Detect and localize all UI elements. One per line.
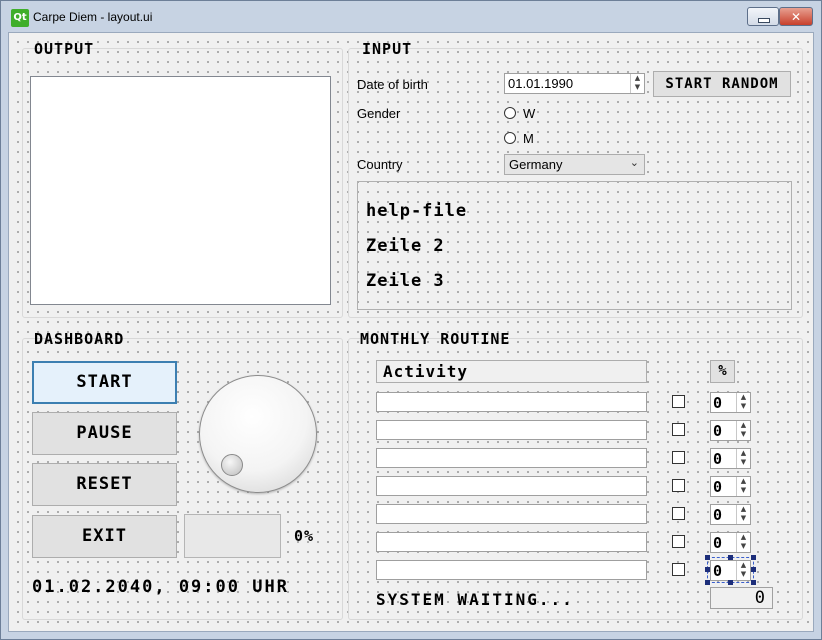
percent-spinbox-6[interactable]: 0 ▲ ▼ — [710, 532, 751, 553]
activity-checkbox-5[interactable] — [672, 507, 685, 520]
dob-value: 01.01.1990 — [508, 76, 574, 91]
activity-input-7[interactable] — [376, 560, 647, 580]
dob-label: Date of birth — [357, 77, 428, 92]
percent-spinbox-1[interactable]: 0 ▲ ▼ — [710, 392, 751, 413]
qt-logo-icon: Qt — [11, 9, 29, 27]
spin-value: 0 — [713, 394, 724, 412]
activity-checkbox-2[interactable] — [672, 423, 685, 436]
help-line-2: Zeile 2 — [366, 236, 445, 256]
percent-spinbox-5[interactable]: 0 ▲ ▼ — [710, 504, 751, 525]
start-random-button[interactable]: START RANDOM — [653, 71, 791, 97]
lcd-number: 0 — [710, 587, 773, 609]
activity-input-5[interactable] — [376, 504, 647, 524]
datetime-display: 01.02.2040, 09:00 UHR — [32, 577, 289, 597]
progress-bar — [184, 514, 281, 558]
output-heading: OUTPUT — [34, 40, 95, 58]
activity-input-6[interactable] — [376, 532, 647, 552]
status-text: SYSTEM WAITING... — [376, 590, 574, 609]
percent-spinbox-4[interactable]: 0 ▲ ▼ — [710, 476, 751, 497]
activity-input-4[interactable] — [376, 476, 647, 496]
spin-value: 0 — [713, 478, 724, 496]
activity-header-label: Activity — [383, 362, 469, 381]
percent-spinbox-2[interactable]: 0 ▲ ▼ — [710, 420, 751, 441]
output-text-area[interactable] — [30, 76, 331, 305]
selection-handle-icon[interactable] — [751, 555, 756, 560]
spin-arrows-icon[interactable]: ▲ ▼ — [736, 533, 750, 552]
spin-arrows-icon[interactable]: ▲ ▼ — [736, 393, 750, 412]
monthly-routine-heading: MONTHLY ROUTINE — [360, 330, 511, 348]
spin-value: 0 — [713, 534, 724, 552]
help-line-3: Zeile 3 — [366, 271, 445, 291]
selection-handle-icon[interactable] — [728, 580, 733, 585]
activity-checkbox-4[interactable] — [672, 479, 685, 492]
spin-arrows-icon[interactable]: ▲ ▼ — [736, 477, 750, 496]
spin-value: 0 — [713, 506, 724, 524]
percent-header: % — [710, 360, 735, 383]
input-heading: INPUT — [362, 40, 413, 58]
gender-m-radio[interactable] — [504, 132, 516, 144]
minimize-button[interactable] — [747, 7, 779, 26]
exit-button[interactable]: EXIT — [32, 515, 177, 558]
activity-header: Activity — [376, 360, 647, 383]
dial-knob[interactable] — [199, 375, 317, 493]
gender-w-label: W — [523, 106, 536, 121]
dial-notch-icon — [221, 454, 243, 476]
dob-spin-arrows-icon[interactable]: ▲ ▼ — [630, 74, 644, 93]
spin-arrows-icon[interactable]: ▲ ▼ — [736, 421, 750, 440]
dob-date-edit[interactable]: 01.01.1990 ▲ ▼ — [504, 73, 645, 94]
gender-w-radio[interactable] — [504, 107, 516, 119]
activity-checkbox-3[interactable] — [672, 451, 685, 464]
close-button[interactable]: ✕ — [779, 7, 813, 26]
gender-label: Gender — [357, 106, 401, 121]
activity-checkbox-6[interactable] — [672, 535, 685, 548]
selection-handle-icon[interactable] — [705, 567, 710, 572]
gender-m-label: M — [523, 131, 534, 146]
activity-input-3[interactable] — [376, 448, 647, 468]
pause-button[interactable]: PAUSE — [32, 412, 177, 455]
country-label: Country — [357, 157, 403, 172]
window-title: Carpe Diem - layout.ui — [33, 10, 153, 24]
chevron-down-icon: ⌄ — [629, 156, 639, 169]
selection-handle-icon[interactable] — [728, 555, 733, 560]
country-value: Germany — [509, 157, 563, 172]
activity-input-1[interactable] — [376, 392, 647, 412]
percent-spinbox-3[interactable]: 0 ▲ ▼ — [710, 448, 751, 469]
selection-handle-icon[interactable] — [751, 567, 756, 572]
selection-handle-icon[interactable] — [705, 555, 710, 560]
spin-arrows-icon[interactable]: ▲ ▼ — [736, 449, 750, 468]
start-button[interactable]: START — [32, 361, 177, 404]
help-line-1: help-file — [366, 201, 468, 221]
activity-checkbox-7[interactable] — [672, 563, 685, 576]
reset-button[interactable]: RESET — [32, 463, 177, 506]
activity-checkbox-1[interactable] — [672, 395, 685, 408]
selection-handle-icon[interactable] — [751, 580, 756, 585]
spin-value: 0 — [713, 422, 724, 440]
activity-input-2[interactable] — [376, 420, 647, 440]
dashboard-heading: DASHBOARD — [34, 330, 125, 348]
spin-arrows-icon[interactable]: ▲ ▼ — [736, 505, 750, 524]
progress-percent: 0% — [294, 527, 315, 545]
spin-value: 0 — [713, 450, 724, 468]
country-select[interactable]: Germany ⌄ — [504, 154, 645, 175]
selection-handle-icon[interactable] — [705, 580, 710, 585]
lcd-value: 0 — [754, 588, 766, 608]
close-icon: ✕ — [790, 10, 802, 24]
